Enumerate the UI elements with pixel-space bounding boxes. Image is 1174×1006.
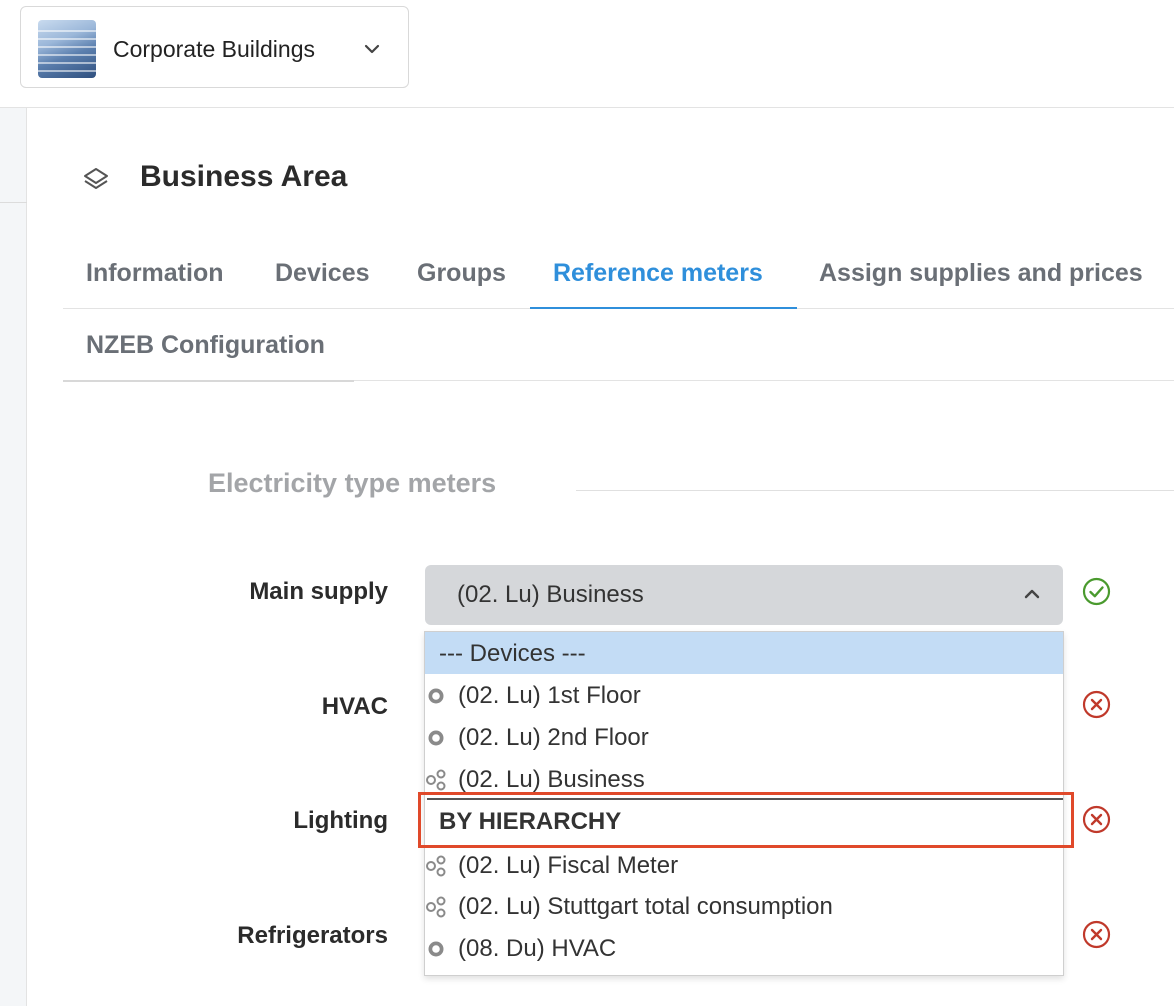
tab-devices[interactable]: Devices xyxy=(275,237,370,309)
page-title: Business Area xyxy=(140,160,348,193)
dropdown-option-label: (02. Lu) Fiscal Meter xyxy=(458,852,679,879)
section-divider xyxy=(576,490,1174,491)
tabs-row: NZEB Configuration xyxy=(63,309,1174,382)
top-bar: Corporate Buildings xyxy=(0,0,1174,108)
meter-icon xyxy=(428,688,444,704)
chevron-up-icon xyxy=(1024,589,1040,599)
main-supply-label: Main supply xyxy=(249,578,388,605)
dropdown-option-label: (02. Lu) 1st Floor xyxy=(458,682,641,709)
dropdown-option[interactable]: (02. Lu) 2nd Floor xyxy=(425,716,1063,758)
chevron-down-icon xyxy=(364,44,380,54)
dropdown-option[interactable]: (02. Lu) Fiscal Meter xyxy=(425,844,1063,886)
building-thumbnail xyxy=(38,20,96,78)
dropdown-group-header-label: --- Devices --- xyxy=(439,640,586,667)
meter-icon xyxy=(428,730,444,746)
refrigerators-label: Refrigerators xyxy=(237,922,388,949)
rail-divider xyxy=(0,202,27,203)
tab-reference-meters[interactable]: Reference meters xyxy=(553,237,763,309)
hierarchy-icon xyxy=(426,896,446,918)
dropdown-option[interactable]: (02. Lu) Stuttgart total consumption xyxy=(425,885,1063,927)
meter-icon xyxy=(428,941,444,957)
dropdown-option-label: (02. Lu) Stuttgart total consumption xyxy=(458,893,833,920)
dropdown-option[interactable]: (02. Lu) 1st Floor xyxy=(425,674,1063,716)
dropdown-option-label: (02. Lu) Business xyxy=(458,766,645,793)
tab-groups[interactable]: Groups xyxy=(417,237,506,309)
dropdown-option-label: (02. Lu) 2nd Floor xyxy=(458,724,649,751)
tab-divider xyxy=(63,380,354,382)
building-selector-label: Corporate Buildings xyxy=(113,36,316,62)
layers-icon xyxy=(84,168,108,189)
building-selector[interactable]: Corporate Buildings xyxy=(20,6,409,88)
error-circle-icon[interactable] xyxy=(1082,690,1111,719)
dropdown-option-label: (08. Du) HVAC xyxy=(458,935,617,962)
tab-information[interactable]: Information xyxy=(86,237,224,309)
main-supply-select[interactable]: (02. Lu) Business xyxy=(425,565,1063,625)
tab-nzeb-configuration[interactable]: NZEB Configuration xyxy=(86,309,325,381)
lighting-label: Lighting xyxy=(293,807,388,834)
dropdown-option[interactable]: (08. Du) HVAC xyxy=(425,927,1063,969)
left-rail xyxy=(0,108,27,1006)
check-circle-icon xyxy=(1082,577,1111,606)
dropdown-group-header: --- Devices --- xyxy=(425,632,1063,674)
tab-assign-supplies-and-prices[interactable]: Assign supplies and prices xyxy=(819,237,1143,309)
highlight-annotation xyxy=(418,792,1074,848)
error-circle-icon[interactable] xyxy=(1082,920,1111,949)
hierarchy-icon xyxy=(426,769,446,791)
section-title: Electricity type meters xyxy=(208,468,497,498)
hierarchy-icon xyxy=(426,855,446,877)
hvac-label: HVAC xyxy=(321,693,388,720)
main-supply-selected-value: (02. Lu) Business xyxy=(457,581,644,608)
tabs-row: Information Devices Groups Reference met… xyxy=(63,237,1174,309)
error-circle-icon[interactable] xyxy=(1082,805,1111,834)
